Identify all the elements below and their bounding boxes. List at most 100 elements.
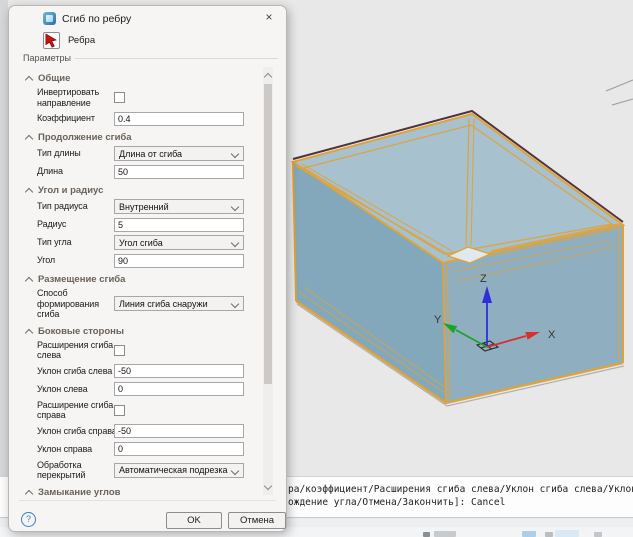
ok-button[interactable]: OK (166, 512, 222, 529)
sheet-metal-box[interactable] (293, 111, 624, 406)
command-line-text-1: ра/коэффициент/Расширения сгиба слева/Ук… (288, 484, 633, 495)
section-title: Размещение сгиба (38, 274, 125, 285)
stray-edge-lines (606, 80, 633, 105)
angle-type-select[interactable]: Угол сгиба (114, 235, 244, 250)
params-scrollbar[interactable] (263, 67, 273, 495)
field-label: Обработка перекрытий (37, 460, 114, 481)
slope-left-input[interactable] (114, 382, 244, 396)
section-header[interactable]: Продолжение сгиба (25, 132, 255, 143)
section-title: Продолжение сгиба (38, 132, 132, 143)
param-row-coefficient: Коэффициент (37, 111, 255, 126)
radius-type-select[interactable]: Внутренний (114, 199, 244, 214)
field-label: Инвертировать направление (37, 87, 114, 108)
status-icon-1[interactable] (423, 532, 430, 537)
section-title: Общие (38, 73, 70, 84)
collapse-icon (25, 135, 33, 143)
axis-y-label: Y (434, 314, 442, 326)
param-row-bend-formation-method: Способ формирования сгиба Линия сгиба сна… (37, 288, 255, 320)
axis-x-label: X (548, 329, 556, 341)
bend-extension-left-checkbox[interactable] (114, 345, 125, 356)
section-header[interactable]: Размещение сгиба (25, 274, 255, 285)
invert-direction-checkbox[interactable] (114, 92, 125, 103)
select-value: Угол сгиба (119, 238, 163, 248)
red-cursor-arrow-icon (44, 33, 59, 48)
field-label: Способ формирования сгиба (37, 288, 114, 320)
radius-input[interactable] (114, 218, 244, 232)
bend-formation-method-select[interactable]: Линия сгиба снаружи (114, 296, 244, 311)
collapse-icon (25, 328, 33, 336)
status-icon-4[interactable] (545, 532, 553, 537)
cancel-button[interactable]: Отмена (228, 512, 286, 529)
status-icon-5[interactable] (555, 530, 579, 537)
length-type-select[interactable]: Длина от сгиба (114, 146, 244, 161)
field-label: Тип длины (37, 148, 114, 159)
dialog-app-icon (43, 12, 56, 25)
field-label: Тип угла (37, 237, 114, 248)
param-row-bend-extension-right: Расширение сгиба справа (37, 400, 255, 421)
param-section-3: Размещение сгиба Способ формирования сгиб… (25, 274, 255, 320)
param-row-bend-extension-left: Расширения сгиба слева (37, 340, 255, 361)
param-row-length: Длина (37, 164, 255, 179)
param-row-radius-type: Тип радиусаВнутренний (37, 199, 255, 214)
section-title: Замыкание углов (38, 487, 120, 498)
param-row-invert-direction: Инвертировать направление (37, 87, 255, 108)
params-group-label: Параметры (23, 53, 75, 63)
slope-right-input[interactable] (114, 442, 244, 456)
collapse-icon (25, 188, 33, 196)
bend-slope-left-input[interactable] (114, 364, 244, 378)
param-row-overlap-handling: Обработка перекрытий Автоматическая подре… (37, 460, 255, 481)
status-icon-2[interactable] (434, 531, 456, 537)
param-section-4: Боковые стороны Расширения сгиба слева Укл… (25, 326, 255, 481)
scroll-up-icon[interactable] (264, 73, 272, 81)
dialog-titlebar[interactable]: Сгиб по ребру × (9, 6, 286, 30)
field-label: Уклон сгиба слева (37, 366, 114, 377)
dialog-title: Сгиб по ребру (62, 13, 131, 25)
select-value: Длина от сгиба (119, 149, 182, 159)
select-value: Автоматическая подрезка углов (119, 465, 230, 475)
section-header[interactable]: Угол и радиус (25, 185, 255, 196)
edges-selector-row: Ребра (9, 30, 286, 54)
chevron-down-icon (231, 150, 239, 158)
param-row-bend-slope-left: Уклон сгиба слева (37, 364, 255, 379)
param-section-0: Общие Инвертировать направление Коэффициен… (25, 73, 255, 126)
param-row-radius: Радиус (37, 217, 255, 232)
window-edge-strip (0, 0, 8, 537)
close-icon[interactable]: × (261, 9, 277, 25)
field-label: Тип радиуса (37, 201, 114, 212)
param-row-angle: Угол (37, 253, 255, 268)
param-row-angle-type: Тип угла Угол сгиба (37, 235, 255, 250)
bend-extension-right-checkbox[interactable] (114, 405, 125, 416)
overlap-handling-select[interactable]: Автоматическая подрезка углов (114, 463, 244, 478)
status-icon-6[interactable] (594, 532, 602, 537)
param-row-slope-left: Уклон слева (37, 382, 255, 397)
collapse-icon (25, 277, 33, 285)
length-input[interactable] (114, 165, 244, 179)
chevron-down-icon (231, 466, 239, 474)
section-title: Угол и радиус (38, 185, 103, 196)
field-label: Угол (37, 255, 114, 266)
bend-by-edge-dialog: Сгиб по ребру × Ребра Параметры Общие Инв… (8, 5, 287, 532)
scroll-down-icon[interactable] (264, 482, 272, 490)
field-label: Уклон слева (37, 384, 114, 395)
section-header[interactable]: Общие (25, 73, 255, 84)
scrollbar-thumb[interactable] (264, 84, 272, 384)
param-section-2: Угол и радиус Тип радиусаВнутренний Радиус… (25, 185, 255, 268)
help-button[interactable]: ? (21, 512, 36, 527)
status-icon-3[interactable] (522, 531, 536, 537)
select-value: Линия сгиба снаружи (119, 299, 208, 309)
field-label: Длина (37, 166, 114, 177)
section-header[interactable]: Замыкание углов (25, 487, 255, 498)
field-label: Уклон справа (37, 444, 114, 455)
coefficient-input[interactable] (114, 112, 244, 126)
field-label: Коэффициент (37, 113, 114, 124)
bend-slope-right-input[interactable] (114, 424, 244, 438)
params-group-line (71, 58, 278, 59)
footer-divider (19, 500, 276, 501)
params-sections: Общие Инвертировать направление Коэффициен… (25, 67, 255, 497)
field-label: Расширение сгиба справа (37, 400, 114, 421)
angle-input[interactable] (114, 254, 244, 268)
field-label: Расширения сгиба слева (37, 340, 114, 361)
collapse-icon (25, 489, 33, 497)
section-header[interactable]: Боковые стороны (25, 326, 255, 337)
select-edges-button[interactable] (43, 32, 60, 49)
